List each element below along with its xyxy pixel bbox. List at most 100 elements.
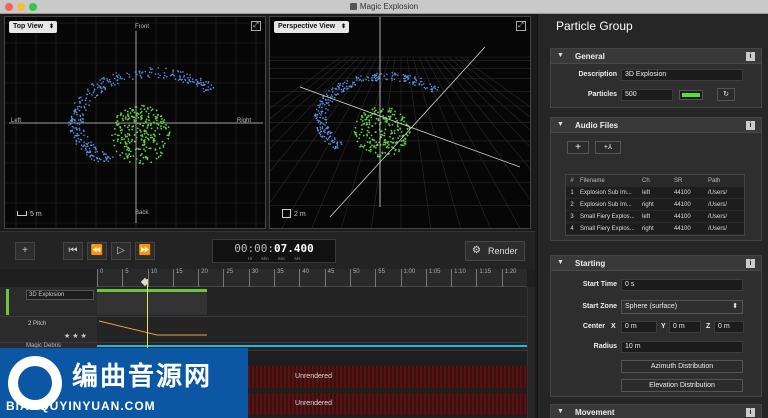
- ruler-tick-label: 55: [378, 269, 385, 275]
- ruler-tick-label: 20: [201, 269, 208, 275]
- skip-to-start-button[interactable]: ⏮: [63, 242, 83, 260]
- fast-forward-button[interactable]: ⏩: [135, 242, 155, 260]
- ruler-tick-label: 1:00: [403, 269, 416, 275]
- description-field[interactable]: 3D Explosion: [621, 69, 743, 81]
- time-ruler[interactable]: 0 5 10 15 20 25 30 35 40 45 50 55 1:00 1:05 1:10 1:15 1:…: [97, 269, 527, 287]
- info-icon[interactable]: i: [746, 52, 755, 61]
- ruler-tick-label: 35: [277, 269, 284, 275]
- table-row[interactable]: 2 Explosion Sub Im... right 44100 /Users…: [566, 199, 744, 211]
- ruler-tick: 1:10: [451, 269, 466, 287]
- radius-field[interactable]: 10 m: [621, 341, 743, 353]
- gear-icon: ⚙: [472, 245, 481, 256]
- perspective-x-axis: [299, 86, 521, 168]
- perspective-canvas[interactable]: [270, 17, 531, 229]
- left-label: Left: [11, 118, 22, 124]
- movement-header[interactable]: ▼ Movement i: [551, 405, 761, 418]
- add-file-button[interactable]: +: [567, 141, 589, 154]
- particle-group-panel: Particle Group ▼ General i Description 3…: [537, 14, 768, 418]
- ruler-tick: 1:15: [476, 269, 491, 287]
- panel-title: Particle Group: [556, 19, 633, 33]
- top-view-selector[interactable]: Top View ⬍: [9, 21, 58, 33]
- cyan-region[interactable]: [97, 345, 527, 347]
- center-y-field[interactable]: 0 m: [669, 321, 701, 333]
- explosion-clip[interactable]: [97, 289, 207, 315]
- rewind-button[interactable]: ⏪: [87, 242, 107, 260]
- ruler-tick-label: 15: [175, 269, 183, 275]
- table-row[interactable]: 3 Small Fiery Explos... left 44100 /User…: [566, 211, 744, 223]
- play-icon: ▷: [117, 245, 125, 256]
- refresh-icon: ↻: [723, 91, 729, 98]
- table-header: # Filename Ch SR Path: [566, 175, 744, 187]
- title-bar: Magic Explosion: [0, 0, 768, 14]
- disclosure-triangle-icon[interactable]: ▼: [557, 259, 564, 266]
- timeline-scrollbar[interactable]: [527, 287, 535, 418]
- reset-button[interactable]: ↻: [717, 88, 735, 101]
- fast-forward-icon: ⏩: [138, 245, 152, 256]
- start-zone-select[interactable]: Sphere (surface) ⬍: [621, 300, 743, 314]
- add-multichannel-button[interactable]: +⅄: [595, 141, 621, 154]
- start-time-label: Start Time: [582, 281, 617, 288]
- info-icon[interactable]: i: [746, 259, 755, 268]
- general-section: ▼ General i Description 3D Explosion Par…: [550, 48, 762, 108]
- ruler-tick-label: 5: [125, 269, 129, 275]
- maximize-viewport-icon[interactable]: ⤢: [251, 21, 261, 31]
- starting-header[interactable]: ▼ Starting i: [551, 256, 761, 271]
- track-header-pitch[interactable]: 2 Pitch ★ ★ ★: [0, 317, 97, 343]
- particle-count-meter: [679, 90, 703, 100]
- perspective-view-selector[interactable]: Perspective View ⬍: [274, 21, 350, 33]
- timecode-units: Hr Min Sec Ms: [247, 256, 301, 261]
- maximize-viewport-icon[interactable]: ⤢: [516, 21, 526, 31]
- ruler-tick-label: 10: [150, 269, 158, 275]
- elevation-distribution-button[interactable]: Elevation Distribution: [621, 379, 743, 392]
- disclosure-triangle-icon[interactable]: ▼: [557, 408, 564, 415]
- pitch-automation[interactable]: [97, 317, 217, 343]
- render-button[interactable]: ⚙ Render: [465, 241, 525, 261]
- scale-square-icon: [282, 209, 291, 218]
- play-button[interactable]: ▷: [111, 242, 131, 260]
- top-view-canvas[interactable]: [5, 17, 266, 229]
- general-header[interactable]: ▼ General i: [551, 49, 761, 64]
- track-header-3d-explosion[interactable]: 3D Explosion: [0, 287, 97, 317]
- azimuth-distribution-button[interactable]: Azimuth Distribution: [621, 360, 743, 373]
- ruler-tick-label: 25: [226, 269, 234, 275]
- ruler-tick-label: 50: [352, 269, 360, 275]
- perspective-viewport[interactable]: Perspective View ⬍ ⤢ 2 m: [269, 16, 531, 229]
- table-row[interactable]: 1 Explosion Sub Im... left 44100 /Users/: [566, 187, 744, 199]
- disclosure-triangle-icon[interactable]: ▼: [557, 52, 564, 59]
- top-view-viewport[interactable]: Top View ⬍ ⤢ Front Back Left Right 5 m: [4, 16, 266, 229]
- description-label: Description: [578, 71, 617, 78]
- ruler-tick: 55: [375, 269, 385, 287]
- ruler-tick: 1:05: [425, 269, 441, 287]
- info-icon[interactable]: i: [746, 121, 755, 130]
- center-z-field[interactable]: 0 m: [714, 321, 744, 333]
- window-title: Magic Explosion: [0, 2, 768, 11]
- track-star-icons[interactable]: ★ ★ ★: [64, 332, 87, 340]
- track-lane-pitch[interactable]: [97, 317, 527, 343]
- track-name: 2 Pitch: [28, 321, 47, 327]
- ruler-tick-label: 1:10: [454, 269, 466, 275]
- z-label: Z: [706, 323, 711, 330]
- perspective-scale-indicator: 2 m: [282, 209, 306, 218]
- particles-field[interactable]: 500: [621, 89, 673, 101]
- start-time-field[interactable]: 0 s: [621, 279, 743, 291]
- start-zone-label: Start Zone: [582, 303, 617, 310]
- info-icon[interactable]: i: [746, 408, 755, 417]
- center-x-field[interactable]: 0 m: [621, 321, 657, 333]
- updown-icon: ⬍: [732, 303, 738, 310]
- audio-files-header[interactable]: ▼ Audio Files i: [551, 118, 761, 133]
- audio-files-table: # Filename Ch SR Path 1 Explosion Sub Im…: [565, 174, 745, 236]
- disclosure-triangle-icon[interactable]: ▼: [557, 121, 564, 128]
- ruler-tick-label: 1:20: [504, 269, 517, 275]
- ruler-tick: 1:00: [400, 269, 415, 287]
- app-icon: [349, 3, 357, 10]
- ruler-tick: 1:20: [501, 269, 516, 287]
- ruler-tick: 5: [122, 269, 129, 287]
- table-row[interactable]: 4 Small Fiery Explos... right 44100 /Use…: [566, 223, 744, 235]
- add-button[interactable]: +: [15, 242, 35, 260]
- ruler-tick-label: 1:15: [479, 269, 492, 275]
- ruler-tick: 45: [324, 269, 334, 287]
- track-lane-3d-explosion[interactable]: [97, 287, 527, 317]
- watermark-banner: 编曲音源网 BIANQUYINYUAN.COM: [0, 348, 248, 418]
- ruler-tick-label: 0: [100, 269, 104, 275]
- track-name-field[interactable]: 3D Explosion: [26, 290, 94, 300]
